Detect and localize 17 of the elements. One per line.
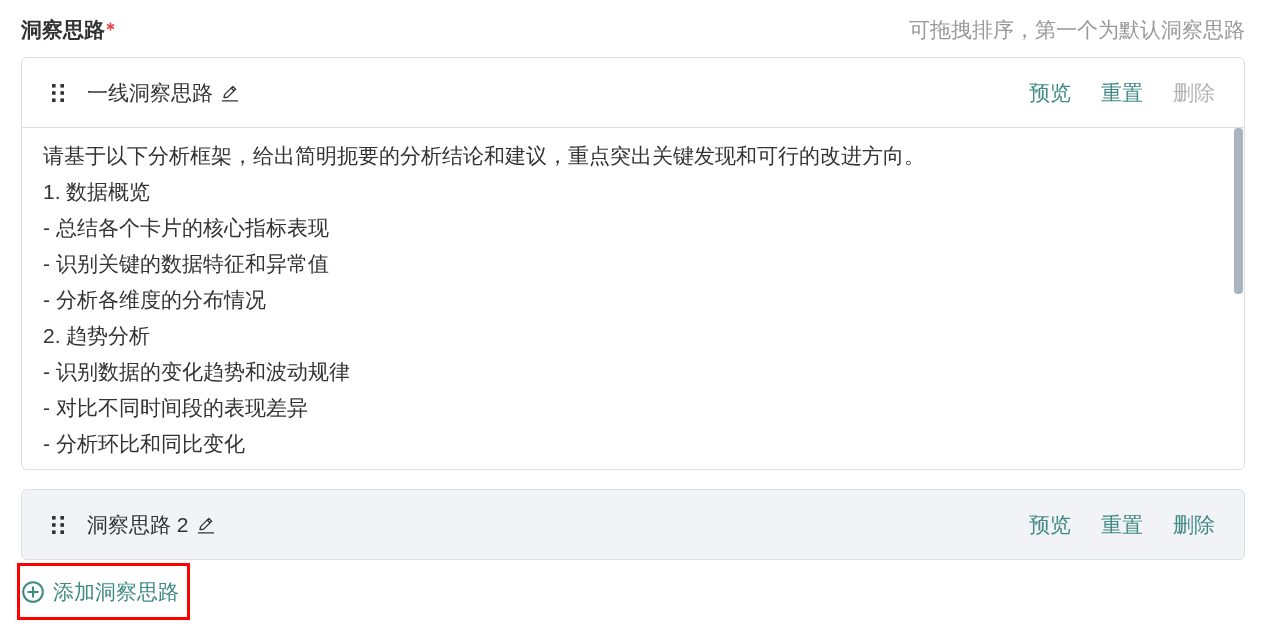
hint-text: 可拖拽排序，第一个为默认洞察思路	[909, 17, 1245, 43]
reset-button[interactable]: 重置	[1101, 78, 1143, 107]
delete-button[interactable]: 删除	[1173, 510, 1215, 539]
insight-title: 一线洞察思路	[87, 79, 213, 106]
reset-button[interactable]: 重置	[1101, 510, 1143, 539]
scrollbar-thumb[interactable]	[1234, 128, 1243, 294]
drag-handle-icon[interactable]	[52, 83, 64, 102]
edit-pencil-icon[interactable]	[221, 83, 239, 102]
prompt-textarea[interactable]: 请基于以下分析框架，给出简明扼要的分析结论和建议，重点突出关键发现和可行的改进方向。 1. 数据概览 - 总结各个卡片的核心指标表现 - 识别关键的数据特征和异常值 - 分析各维度的分布情况 2. 趋势分析 - 识别数据的变化趋势和波动规律 - 对比不同时间段的表现差异 - 分析环比和同比变化	[22, 128, 1234, 469]
preview-button[interactable]: 预览	[1029, 78, 1071, 107]
drag-handle-icon[interactable]	[52, 515, 64, 534]
add-insight-button[interactable]: 添加洞察思路	[17, 563, 190, 620]
insight-title: 洞察思路 2	[87, 511, 189, 538]
preview-button[interactable]: 预览	[1029, 510, 1071, 539]
section-title: 洞察思路	[21, 17, 105, 43]
edit-pencil-icon[interactable]	[196, 515, 215, 534]
plus-circle-icon	[22, 580, 44, 603]
